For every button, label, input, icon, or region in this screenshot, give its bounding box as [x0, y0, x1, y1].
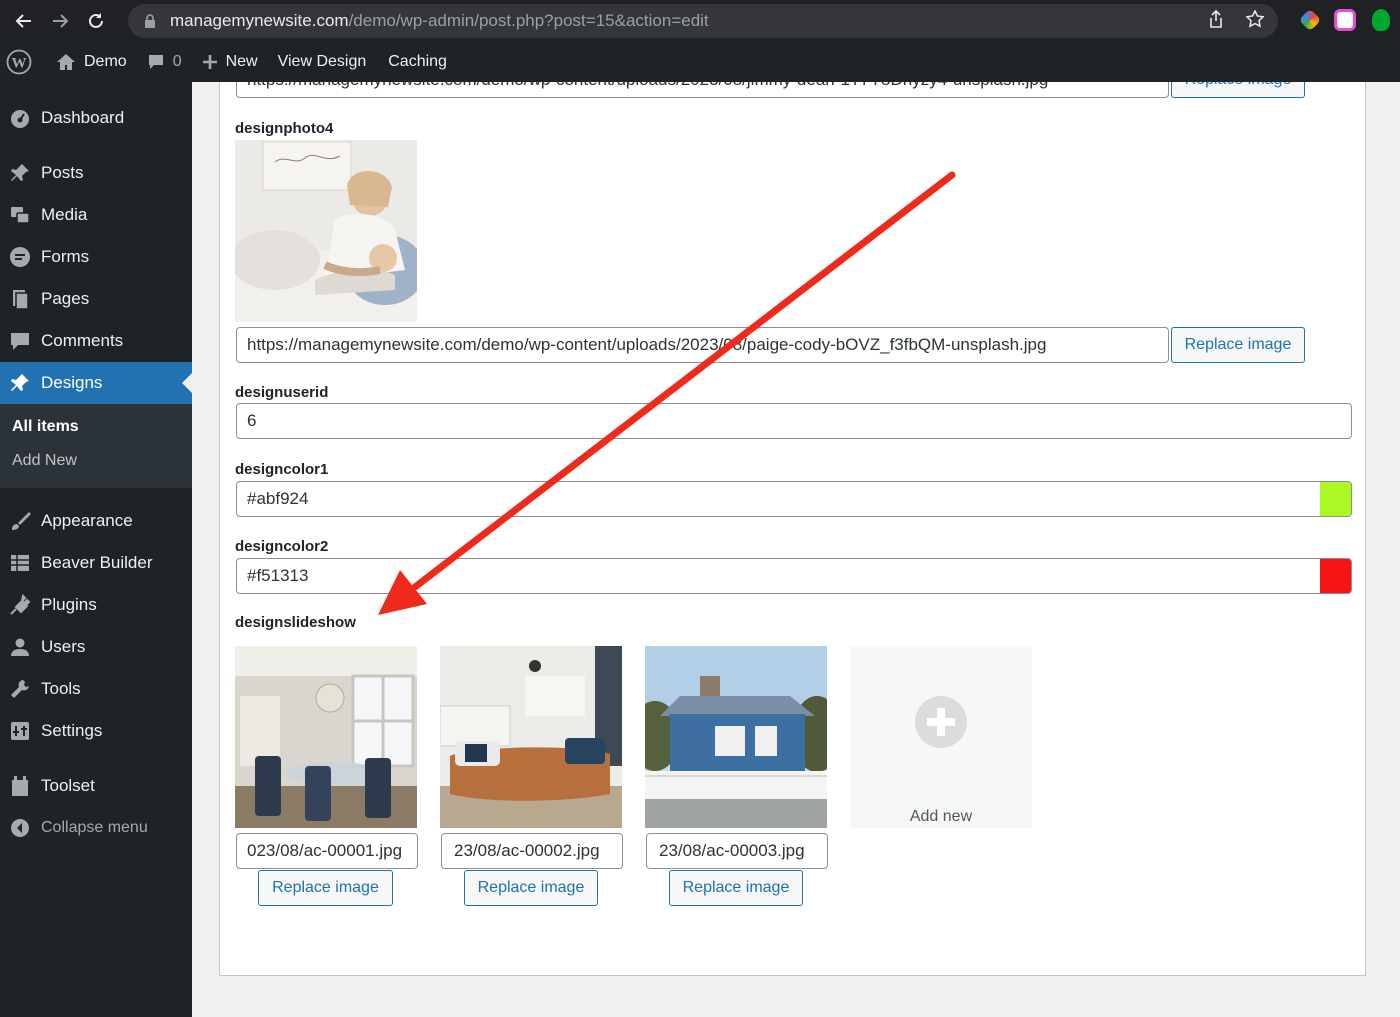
slide-3-thumbnail: [645, 646, 827, 828]
slide-2-thumbnail: [440, 646, 622, 828]
extension-color-icon[interactable]: [1298, 8, 1322, 32]
menu-dashboard[interactable]: Dashboard: [0, 97, 192, 139]
collapse-arrow-icon: [8, 816, 32, 840]
menu-forms[interactable]: Forms: [0, 236, 192, 278]
submenu-add-new[interactable]: Add New: [0, 444, 192, 478]
menu-tools[interactable]: Tools: [0, 668, 192, 710]
photo4-thumbnail: [235, 140, 417, 322]
designs-submenu: All items Add New: [0, 404, 192, 488]
pages-icon: [8, 287, 32, 311]
photo3-replace-button[interactable]: Replace image: [1171, 82, 1305, 98]
userid-label: designuserid: [235, 384, 329, 401]
collapse-menu-button[interactable]: Collapse menu: [0, 807, 192, 849]
brush-icon: [8, 509, 32, 533]
menu-toolset[interactable]: Toolset: [0, 765, 192, 807]
slide-2-replace-button[interactable]: Replace image: [464, 870, 598, 906]
evernote-icon[interactable]: [1372, 9, 1390, 31]
bookmark-star-icon[interactable]: [1245, 8, 1265, 33]
menu-pages[interactable]: Pages: [0, 278, 192, 320]
photo4-url-input[interactable]: https://managemynewsite.com/demo/wp-cont…: [236, 327, 1169, 363]
comment-icon: [8, 329, 32, 353]
reload-icon[interactable]: [78, 3, 114, 39]
comment-bubble-icon: [147, 53, 165, 71]
url-text: managemynewsite.com/demo/wp-admin/post.p…: [170, 11, 709, 30]
user-icon: [8, 635, 32, 659]
color2-swatch[interactable]: [1320, 559, 1351, 593]
menu-plugins[interactable]: Plugins: [0, 584, 192, 626]
admin-sidebar: Dashboard Posts Media Forms Pages Commen…: [0, 82, 192, 1017]
menu-users[interactable]: Users: [0, 626, 192, 668]
pin-icon: [8, 161, 32, 185]
color1-label: designcolor1: [235, 461, 329, 478]
designs-icon: [8, 371, 32, 395]
color2-value: #f51313: [247, 566, 309, 585]
add-new-label: Add new: [909, 808, 973, 825]
lock-icon: [144, 14, 158, 28]
dashboard-icon: [8, 106, 32, 130]
color1-input[interactable]: #abf924: [236, 481, 1352, 517]
caching-link[interactable]: Caching: [376, 42, 457, 82]
extension-ring-icon[interactable]: [1334, 9, 1356, 31]
slide-1-replace-button[interactable]: Replace image: [258, 870, 393, 906]
address-bar[interactable]: managemynewsite.com/demo/wp-admin/post.p…: [128, 4, 1278, 38]
menu-designs[interactable]: Designs: [0, 362, 192, 404]
menu-comments[interactable]: Comments: [0, 320, 192, 362]
plus-icon: [202, 54, 218, 70]
photo4-replace-button[interactable]: Replace image: [1171, 327, 1305, 363]
menu-settings[interactable]: Settings: [0, 710, 192, 752]
color2-label: designcolor2: [235, 538, 329, 555]
slideshow-label: designslideshow: [235, 614, 356, 631]
menu-posts[interactable]: Posts: [0, 152, 192, 194]
back-icon[interactable]: [6, 3, 42, 39]
site-name-link[interactable]: Demo: [46, 42, 137, 82]
settings-icon: [8, 719, 32, 743]
plug-icon: [8, 593, 32, 617]
slide-2-filename-input[interactable]: 23/08/ac-00002.jpg: [441, 833, 623, 869]
userid-input[interactable]: 6: [236, 403, 1352, 439]
grid-icon: [8, 551, 32, 575]
slide-1-filename-input[interactable]: 023/08/ac-00001.jpg: [236, 833, 418, 869]
submenu-all-items[interactable]: All items: [0, 410, 192, 444]
view-design-link[interactable]: View Design: [268, 42, 377, 82]
menu-appearance[interactable]: Appearance: [0, 500, 192, 542]
slideshow-add-new-tile[interactable]: Add new: [850, 646, 1032, 828]
slide-1-thumbnail: [235, 646, 417, 828]
wrench-icon: [8, 677, 32, 701]
photo3-url-input[interactable]: https://managemynewsite.com/demo/wp-cont…: [236, 82, 1169, 98]
forward-icon[interactable]: [42, 3, 78, 39]
add-circle-icon: [915, 696, 967, 753]
wp-admin-bar: W Demo 0 New View Design Caching: [0, 42, 1400, 82]
wp-logo-icon[interactable]: W: [0, 42, 46, 82]
menu-media[interactable]: Media: [0, 194, 192, 236]
new-content-link[interactable]: New: [192, 42, 268, 82]
comments-link[interactable]: 0: [137, 42, 192, 82]
slide-3-filename-input[interactable]: 23/08/ac-00003.jpg: [646, 833, 828, 869]
share-icon[interactable]: [1208, 9, 1224, 33]
home-icon: [56, 53, 76, 71]
photo4-label: designphoto4: [235, 120, 334, 137]
media-icon: [8, 203, 32, 227]
browser-toolbar: managemynewsite.com/demo/wp-admin/post.p…: [0, 0, 1400, 42]
color1-value: #abf924: [247, 489, 309, 508]
slide-3-replace-button[interactable]: Replace image: [669, 870, 803, 906]
custom-fields-panel: https://managemynewsite.com/demo/wp-cont…: [219, 82, 1366, 976]
color1-swatch[interactable]: [1320, 482, 1351, 516]
toolset-icon: [8, 774, 32, 798]
menu-beaver-builder[interactable]: Beaver Builder: [0, 542, 192, 584]
color2-input[interactable]: #f51313: [236, 558, 1352, 594]
svg-text:W: W: [12, 56, 27, 72]
forms-icon: [8, 245, 32, 269]
